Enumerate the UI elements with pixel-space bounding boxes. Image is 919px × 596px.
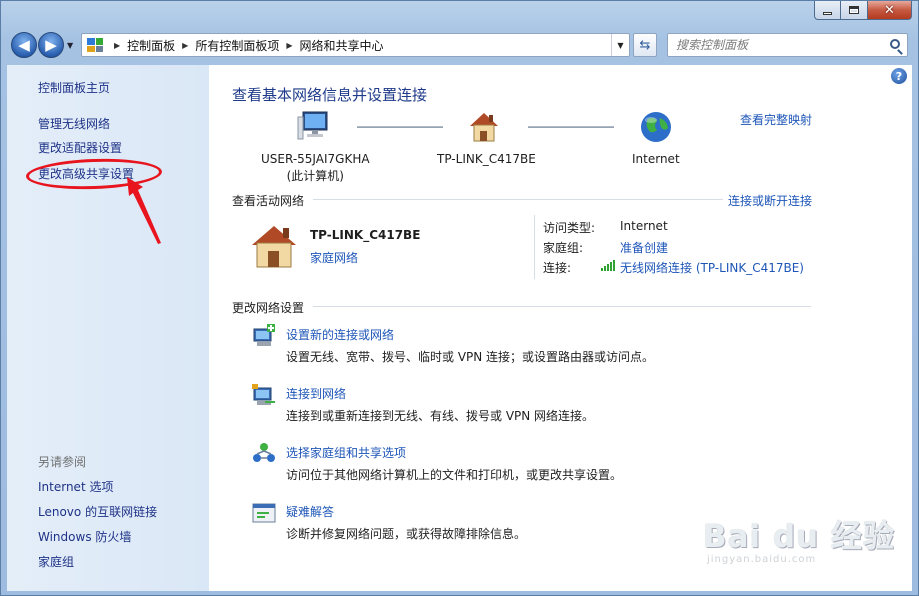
network-type-link[interactable]: 家庭网络 bbox=[310, 249, 358, 266]
new-connection-icon bbox=[253, 324, 275, 346]
address-bar[interactable]: ▶ 控制面板 ▶ 所有控制面板项 ▶ 网络和共享中心 ▼ bbox=[81, 33, 630, 57]
baidu-watermark: Bai du 经验 jingyan.baidu.com bbox=[703, 511, 896, 565]
connect-disconnect-link[interactable]: 连接或断开连接 bbox=[728, 192, 812, 209]
sidebar-link-wireless[interactable]: 管理无线网络 bbox=[38, 115, 110, 132]
task-homegroup-desc: 访问位于其他网络计算机上的文件和打印机，或更改共享设置。 bbox=[286, 468, 623, 482]
network-node-router: TP-LINK_C417BE bbox=[437, 152, 536, 166]
access-type-label: 访问类型: bbox=[543, 221, 596, 235]
help-icon[interactable]: ? bbox=[891, 68, 907, 84]
watermark-main: Bai du 经验 bbox=[703, 519, 896, 555]
close-icon: ✕ bbox=[884, 2, 895, 18]
sidebar-link-lenovo[interactable]: Lenovo 的互联网链接 bbox=[38, 503, 157, 520]
navigation-bar: ◀ ▶ ▼ ▶ 控制面板 ▶ 所有控制面板项 ▶ 网络和共享中心 ▼ ⇆ bbox=[7, 30, 912, 60]
connection-link[interactable]: 无线网络连接 (TP-LINK_C417BE) bbox=[620, 259, 804, 276]
task-setup-connection-desc: 设置无线、宽带、拨号、临时或 VPN 连接；或设置路由器或访问点。 bbox=[286, 350, 655, 364]
task-homegroup-link[interactable]: 选择家庭组和共享选项 bbox=[286, 444, 406, 461]
forward-button[interactable]: ▶ bbox=[38, 32, 64, 58]
access-type-value: Internet bbox=[620, 219, 668, 233]
change-settings-heading: 更改网络设置 bbox=[232, 301, 305, 315]
computer-icon bbox=[297, 111, 328, 140]
connection-line bbox=[357, 126, 443, 128]
connect-network-icon bbox=[252, 384, 275, 405]
vertical-divider bbox=[534, 215, 535, 279]
connection-line bbox=[528, 126, 614, 128]
homegroup-label: 家庭组: bbox=[543, 241, 584, 255]
sidebar-link-internet-options[interactable]: Internet 选项 bbox=[38, 478, 113, 495]
home-network-icon bbox=[252, 226, 296, 268]
address-dropdown-button[interactable]: ▼ bbox=[611, 34, 629, 56]
homegroup-sharing-icon bbox=[253, 443, 275, 462]
watermark-sub: jingyan.baidu.com bbox=[707, 554, 817, 565]
connection-label: 连接: bbox=[543, 261, 572, 275]
house-icon bbox=[470, 113, 498, 142]
page-title: 查看基本网络信息并设置连接 bbox=[232, 86, 428, 104]
arrow-right-icon: ▶ bbox=[45, 36, 57, 54]
sidebar: 控制面板主页 管理无线网络 更改适配器设置 更改高级共享设置 另请参阅 Inte… bbox=[7, 65, 209, 591]
search-icon[interactable] bbox=[890, 39, 900, 49]
task-troubleshoot-desc: 诊断并修复网络问题，或获得故障排除信息。 bbox=[286, 527, 527, 541]
back-button[interactable]: ◀ bbox=[11, 32, 37, 58]
chevron-right-icon[interactable]: ▶ bbox=[114, 41, 120, 50]
globe-icon bbox=[641, 112, 671, 142]
section-divider bbox=[313, 306, 811, 307]
chevron-right-icon[interactable]: ▶ bbox=[286, 41, 292, 50]
task-connect-network-desc: 连接到或重新连接到无线、有线、拨号或 VPN 网络连接。 bbox=[286, 409, 595, 423]
wifi-signal-icon bbox=[601, 260, 615, 271]
network-name: TP-LINK_C417BE bbox=[310, 228, 421, 242]
sidebar-link-firewall[interactable]: Windows 防火墙 bbox=[38, 528, 131, 545]
homegroup-link[interactable]: 准备创建 bbox=[620, 239, 668, 256]
see-also-title: 另请参阅 bbox=[38, 455, 87, 469]
arrow-left-icon: ◀ bbox=[18, 36, 30, 54]
network-node-internet: Internet bbox=[632, 152, 680, 166]
control-panel-icon bbox=[87, 38, 103, 52]
refresh-icon: ⇆ bbox=[639, 37, 651, 53]
task-setup-connection-link[interactable]: 设置新的连接或网络 bbox=[286, 326, 394, 343]
view-full-map-link[interactable]: 查看完整映射 bbox=[740, 111, 812, 128]
minimize-button[interactable] bbox=[814, 1, 841, 20]
maximize-button[interactable] bbox=[841, 1, 868, 20]
caption-buttons: ✕ bbox=[814, 1, 912, 20]
breadcrumb-network-center[interactable]: 网络和共享中心 bbox=[300, 37, 384, 54]
search-box[interactable] bbox=[667, 33, 908, 57]
search-input[interactable] bbox=[668, 34, 878, 56]
window: ✕ ◀ ▶ ▼ ▶ 控制面板 ▶ 所有控制面板项 ▶ 网络和共享中心 ▼ ⇆ 控… bbox=[0, 0, 919, 596]
troubleshoot-icon bbox=[252, 503, 276, 523]
section-divider bbox=[313, 199, 723, 200]
network-node-computer: USER-55JAI7GKHA (此计算机) bbox=[261, 152, 370, 183]
task-troubleshoot-link[interactable]: 疑难解答 bbox=[286, 503, 334, 520]
minimize-icon bbox=[823, 11, 832, 15]
sidebar-link-homegroup[interactable]: 家庭组 bbox=[38, 553, 74, 570]
breadcrumb-all-items[interactable]: 所有控制面板项 bbox=[195, 37, 279, 54]
maximize-icon bbox=[849, 6, 859, 14]
sidebar-link-adapter[interactable]: 更改适配器设置 bbox=[38, 139, 122, 156]
breadcrumb-control-panel[interactable]: 控制面板 bbox=[127, 37, 175, 54]
refresh-button[interactable]: ⇆ bbox=[633, 33, 657, 57]
active-networks-heading: 查看活动网络 bbox=[232, 194, 305, 208]
red-arrow-annotation bbox=[127, 177, 161, 244]
sidebar-link-home[interactable]: 控制面板主页 bbox=[38, 79, 110, 96]
task-connect-network-link[interactable]: 连接到网络 bbox=[286, 385, 346, 402]
close-button[interactable]: ✕ bbox=[868, 1, 912, 20]
recent-pages-dropdown[interactable]: ▼ bbox=[67, 41, 73, 50]
chevron-right-icon[interactable]: ▶ bbox=[182, 41, 188, 50]
